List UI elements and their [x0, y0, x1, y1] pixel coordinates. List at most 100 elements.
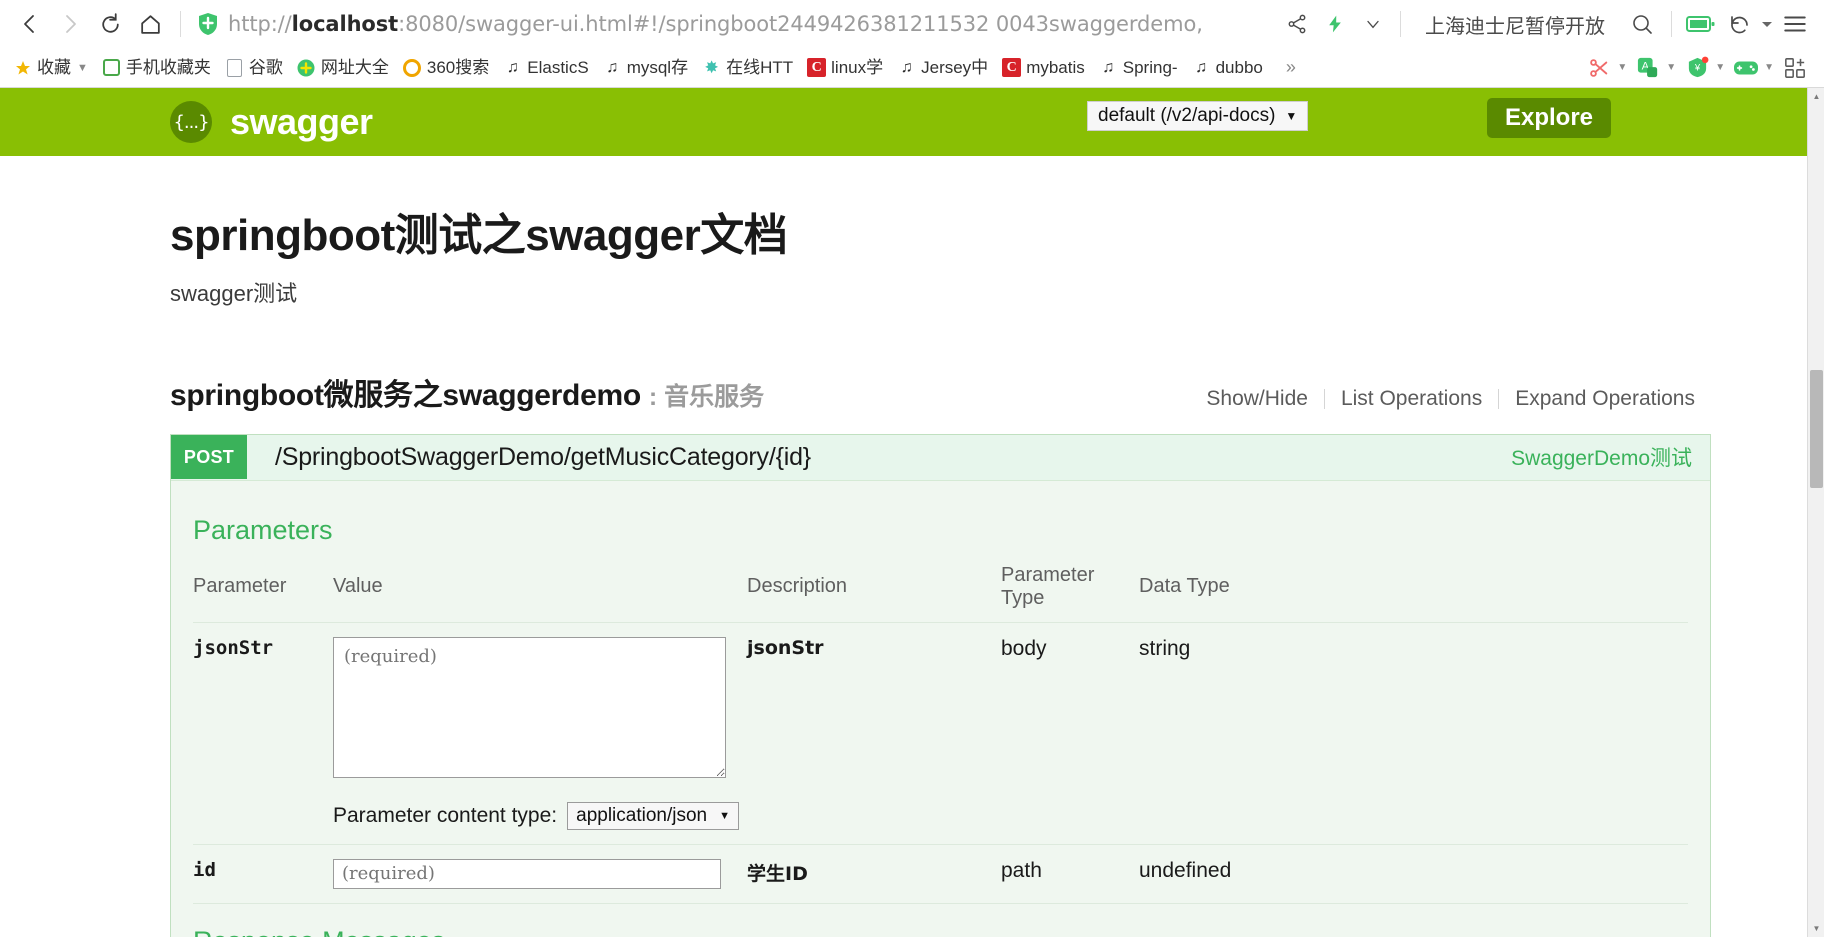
chevron-down-icon: ▼	[1285, 109, 1298, 123]
content-type-label: Parameter content type:	[333, 803, 558, 827]
bookmark-label: 谷歌	[248, 58, 283, 77]
forward-button[interactable]	[50, 4, 90, 44]
content-type-select[interactable]: application/json ▼	[567, 801, 739, 830]
bookmarks-overflow-button[interactable]: »	[1270, 57, 1312, 78]
scroll-down-button[interactable]: ▼	[1808, 920, 1824, 937]
undo-icon[interactable]	[1720, 5, 1758, 43]
apps-grid-button[interactable]	[1778, 55, 1812, 81]
chevron-down-icon[interactable]: ▼	[1666, 62, 1676, 73]
show-hide-link[interactable]: Show/Hide	[1190, 387, 1324, 411]
bookmark-item-360-search[interactable]: 360搜索	[396, 52, 496, 84]
table-header-row: Parameter Value Description Parameter Ty…	[193, 559, 1688, 623]
elastic-icon: ♫	[606, 58, 619, 76]
resource-operations-links: Show/Hide List Operations Expand Operati…	[1190, 387, 1711, 411]
bookmark-item-online-http[interactable]: ✸ 在线HTT	[695, 52, 800, 84]
swagger-ui-page: {...} swagger default (/v2/api-docs) ▼ E…	[0, 88, 1807, 937]
scissors-icon	[1586, 55, 1612, 81]
chevron-down-icon[interactable]: ▼	[77, 62, 88, 74]
api-docs-select[interactable]: default (/v2/api-docs) ▼	[1087, 101, 1309, 131]
column-header-value: Value	[333, 559, 747, 623]
chevron-down-icon[interactable]: ▼	[1715, 62, 1725, 73]
bookmark-item-google[interactable]: 谷歌	[218, 52, 290, 84]
scrollbar-thumb[interactable]	[1810, 370, 1823, 488]
response-messages-title: Response Messages	[171, 904, 1710, 937]
bookmark-item-phone-favorites[interactable]: 手机收藏夹	[95, 52, 218, 84]
gear-teal-icon: ✸	[704, 58, 719, 77]
chevron-down-icon[interactable]: ▼	[1617, 62, 1627, 73]
coupon-tool-button[interactable]: ¥ ▼	[1680, 55, 1729, 81]
table-row: id 学生ID path undefined	[193, 844, 1688, 904]
parameters-title: Parameters	[193, 514, 333, 545]
lightning-icon[interactable]	[1318, 7, 1352, 41]
coupon-icon: ¥	[1684, 55, 1710, 81]
parameter-value-cell-id	[333, 844, 747, 904]
news-headline[interactable]: 上海迪士尼暂停开放	[1425, 10, 1605, 39]
search-icon[interactable]	[1623, 5, 1661, 43]
id-input[interactable]	[333, 858, 721, 889]
bookmark-item-elastics[interactable]: ♫ ElasticS	[496, 52, 595, 84]
bookmark-item-mysql[interactable]: ♫ mysql存	[596, 52, 695, 84]
csdn-icon: C	[807, 58, 827, 77]
page-viewport: {...} swagger default (/v2/api-docs) ▼ E…	[0, 88, 1824, 937]
document-icon	[225, 58, 244, 77]
parameter-name-id: id	[193, 844, 333, 904]
bookmark-item-shoucang[interactable]: 收藏 ▼	[6, 52, 95, 84]
operation-path[interactable]: /SpringbootSwaggerDemo/getMusicCategory/…	[275, 443, 811, 472]
swagger-logo[interactable]: {...} swagger	[170, 101, 373, 143]
page-subtitle: swagger测试	[170, 280, 298, 306]
translate-tool-button[interactable]: A ▼	[1631, 55, 1680, 81]
swagger-header-bar: {...} swagger default (/v2/api-docs) ▼ E…	[0, 88, 1807, 156]
bookmark-item-linux[interactable]: C linux学	[800, 52, 890, 84]
bookmark-item-mybatis[interactable]: C mybatis	[995, 52, 1092, 84]
bookmark-item-hao123[interactable]: 网址大全	[290, 52, 396, 84]
scroll-up-button[interactable]: ▲	[1808, 88, 1824, 105]
bookmark-label: 网址大全	[320, 58, 389, 77]
share-icon[interactable]	[1280, 7, 1314, 41]
home-button[interactable]	[130, 4, 170, 44]
column-header-description: Description	[747, 559, 1001, 623]
toolbar-divider	[180, 11, 181, 37]
bookmark-item-jersey[interactable]: ♫ Jersey中	[890, 52, 995, 84]
browser-chrome: http://localhost:8080/swagger-ui.html#!/…	[0, 0, 1824, 88]
column-header-data-type: Data Type	[1139, 559, 1688, 623]
list-operations-link[interactable]: List Operations	[1325, 387, 1498, 411]
explore-button[interactable]: Explore	[1487, 98, 1612, 138]
page-title: springboot测试之swagger文档	[170, 211, 788, 260]
undo-caret-icon[interactable]	[1758, 5, 1776, 43]
resource-name[interactable]: springboot微服务之swaggerdemo	[170, 370, 641, 414]
operation-summary[interactable]: SwaggerDemo测试	[1511, 442, 1692, 472]
address-bar-url: http://localhost:8080/swagger-ui.html#!/…	[228, 12, 1203, 36]
parameter-value-cell-jsonstr: Parameter content type: application/json…	[333, 622, 747, 845]
elastic-icon: ♫	[506, 58, 519, 76]
content-type-value: application/json	[576, 804, 708, 826]
game-tool-button[interactable]: ▼	[1729, 55, 1778, 81]
hamburger-menu-icon[interactable]	[1776, 5, 1814, 43]
data-type-jsonstr: string	[1139, 622, 1688, 845]
bookmark-label: 360搜索	[426, 58, 490, 77]
resource-block: springboot微服务之swaggerdemo : 音乐服务 Show/Hi…	[0, 370, 1807, 937]
resource-header: springboot微服务之swaggerdemo : 音乐服务 Show/Hi…	[170, 370, 1711, 414]
parameter-type-jsonstr: body	[1001, 622, 1139, 845]
bookmark-item-dubbo[interactable]: ♫ dubbo	[1185, 52, 1270, 84]
parameter-description-jsonstr: jsonStr	[747, 622, 1001, 845]
api-docs-select-value: default (/v2/api-docs)	[1098, 105, 1276, 126]
screenshot-tool-button[interactable]: ▼	[1582, 55, 1631, 81]
bookmark-item-spring[interactable]: ♫ Spring-	[1092, 52, 1185, 84]
chevron-down-icon[interactable]: ▼	[1764, 62, 1774, 73]
back-button[interactable]	[10, 4, 50, 44]
data-type-id: undefined	[1139, 844, 1688, 904]
parameters-table: Parameter Value Description Parameter Ty…	[193, 559, 1688, 904]
translate-icon: A	[1635, 55, 1661, 81]
expand-operations-link[interactable]: Expand Operations	[1499, 387, 1711, 411]
chevron-down-icon[interactable]	[1356, 7, 1390, 41]
battery-icon[interactable]	[1682, 5, 1720, 43]
elastic-icon: ♫	[1102, 58, 1115, 76]
operation-header[interactable]: POST /SpringbootSwaggerDemo/getMusicCate…	[171, 434, 1710, 481]
bookmark-label: dubbo	[1215, 58, 1263, 77]
address-bar[interactable]: http://localhost:8080/swagger-ui.html#!/…	[191, 4, 1276, 44]
reload-button[interactable]	[90, 4, 130, 44]
bookmark-label: Jersey中	[921, 58, 989, 77]
jsonstr-textarea[interactable]	[333, 636, 726, 778]
page-scrollbar[interactable]: ▲ ▼	[1807, 88, 1824, 937]
game-icon	[1733, 55, 1759, 81]
